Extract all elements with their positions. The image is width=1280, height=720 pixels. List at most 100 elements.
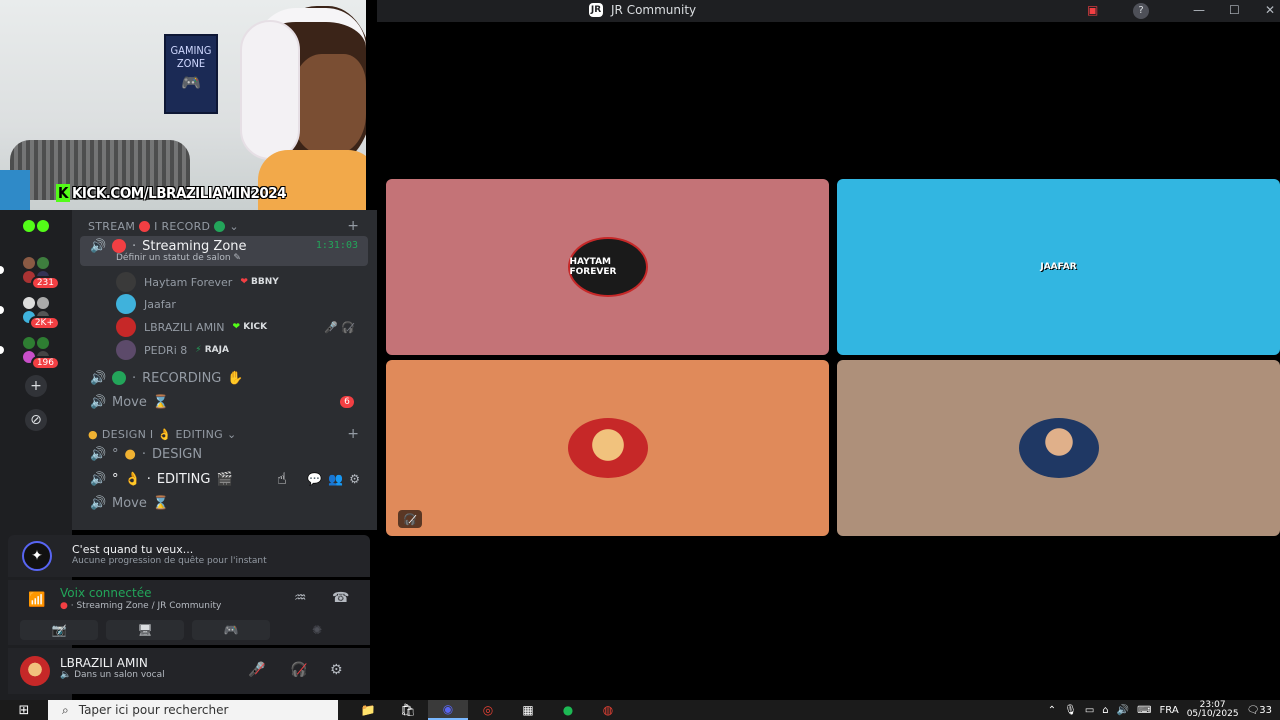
mention-badge: 231 [30, 276, 60, 290]
participant-tile[interactable]: JAAFAR [837, 179, 1280, 355]
help-icon[interactable]: ? [1133, 3, 1149, 19]
quest-panel[interactable]: ✦ C'est quand tu veux... Aucune progress… [8, 535, 370, 577]
noise-suppression-icon[interactable]: ♒ [294, 590, 307, 606]
speaker-icon: 🔊 [90, 394, 107, 410]
windows-start-icon[interactable]: ⊞ [0, 700, 48, 720]
chat-icon[interactable]: 💬 [307, 472, 322, 486]
voice-location[interactable]: ● · Streaming Zone / JR Community [60, 601, 221, 611]
app-icon[interactable]: ◍ [588, 700, 628, 720]
create-channel-button[interactable]: + [347, 426, 359, 442]
discord-icon[interactable]: ◉ [428, 700, 468, 720]
participant-tile[interactable] [837, 360, 1280, 536]
system-tray: ⌃ 🎙 ▭ ⌂ 🔊 ⌨ FRA 23:07 05/10/2025 🗨33 [1048, 700, 1280, 720]
hourglass-icon: ⌛ [152, 394, 170, 410]
minimize-button[interactable]: — [1193, 3, 1205, 17]
server-folder-3[interactable]: 196 [0, 337, 60, 370]
server-folder-2[interactable]: 2K+ [0, 297, 60, 330]
game-app-icon[interactable]: ▦ [508, 700, 548, 720]
quest-icon: ✦ [22, 541, 52, 571]
gear-icon[interactable]: ⚙ [349, 472, 360, 486]
ok-hand-icon: 👌 [124, 471, 141, 487]
participant-tile[interactable]: 🎧̸ [386, 360, 829, 536]
channel-move[interactable]: 🔊 Move ⌛ 6 [80, 390, 368, 414]
member-tag-text: RAJA [204, 345, 229, 355]
chevron-up-icon[interactable]: ⌃ [1048, 705, 1056, 716]
voice-status-title[interactable]: Voix connectée [60, 586, 151, 600]
mute-icon[interactable]: 🎤̸ [248, 662, 265, 678]
create-channel-button[interactable]: + [347, 218, 359, 234]
member-tag-text: BBNY [251, 277, 279, 287]
notification-icon[interactable]: 🗨33 [1247, 705, 1272, 716]
channel-name: Move [112, 394, 147, 410]
unread-indicator [0, 266, 4, 274]
clock[interactable]: 23:07 05/10/2025 [1187, 701, 1239, 719]
participant-avatar: JAAFAR [1040, 262, 1077, 272]
voice-member[interactable]: LBRAZILI AMIN ❤ KICK [116, 317, 267, 337]
inbox-icon[interactable]: ▣ [1087, 3, 1098, 17]
soundboard-button[interactable]: ✺ [278, 620, 356, 640]
webcam-background-box [0, 170, 30, 210]
unread-indicator [0, 346, 4, 354]
disconnect-icon[interactable]: ☎ [332, 590, 349, 606]
maximize-button[interactable]: ☐ [1229, 3, 1240, 17]
chrome-icon[interactable]: ◎ [468, 700, 508, 720]
taskbar-search[interactable]: ⌕ Taper ici pour rechercher [48, 700, 338, 720]
voice-timer: 1:31:03 [315, 240, 358, 251]
gamepad-icon: 🎮 [181, 73, 201, 92]
gear-icon[interactable]: ⚙ [330, 662, 343, 678]
channel-recording[interactable]: 🔊 · RECORDING ✋ [80, 366, 368, 390]
poster-line-2: ZONE [176, 57, 206, 70]
participant-tile[interactable]: HAYTAM FOREVER [386, 179, 829, 355]
battery-icon[interactable]: ▭ [1085, 705, 1094, 716]
soundboard-icon: ✺ [311, 623, 323, 637]
deafen-icon[interactable]: 🎧̸ [290, 662, 307, 678]
voice-member[interactable]: Jaafar [116, 294, 176, 314]
keyboard-icon[interactable]: ⌨ [1137, 705, 1151, 716]
channel-name: DESIGN [151, 446, 203, 462]
channel-name: Streaming Zone [142, 239, 247, 254]
activity-button[interactable]: 🎮 [192, 620, 270, 640]
channel-editing[interactable]: 🔊 ° 👌 · EDITING 🎬 💬 👥 ⚙ [80, 467, 368, 491]
channel-move[interactable]: 🔊 Move ⌛ [80, 491, 368, 515]
category-design[interactable]: ● DESIGN I 👌 EDITING ⌄ [88, 428, 236, 441]
microphone-icon[interactable]: 🎙 [1064, 705, 1077, 716]
screen-share-button[interactable]: 🖥 [106, 620, 184, 640]
voice-member[interactable]: Haytam Forever ❤ BBNY [116, 272, 279, 292]
brain-icon: ● [124, 446, 136, 462]
category-stream[interactable]: STREAM I RECORD ⌄ [88, 220, 239, 233]
channel-status-hint[interactable]: Définir un statut de salon ✎ [116, 253, 241, 263]
store-icon[interactable]: 🛍 [388, 700, 428, 720]
network-icon[interactable]: ⌂ [1102, 705, 1108, 716]
add-server-button[interactable]: + [14, 374, 58, 398]
server-icon [23, 257, 35, 269]
avatar[interactable] [20, 656, 50, 686]
member-name: Haytam Forever [144, 275, 233, 289]
voice-member[interactable]: PEDRi 8 ⚡ RAJA [116, 340, 229, 360]
server-icon [37, 337, 49, 349]
window-title-text: JR Community [611, 3, 697, 17]
server-icon [23, 337, 35, 349]
close-button[interactable]: ✕ [1265, 3, 1275, 17]
channel-streaming-zone[interactable]: 🔊 · Streaming Zone Définir un statut de … [80, 236, 368, 266]
speaker-icon: 🔊 [90, 239, 107, 254]
spotify-icon[interactable]: ● [548, 700, 588, 720]
language-indicator[interactable]: FRA [1160, 705, 1179, 716]
deafened-icon: 🎧̸ [398, 510, 422, 528]
green-circle-icon [214, 221, 226, 232]
voice-connected-panel: 📶 Voix connectée ● · Streaming Zone / JR… [8, 580, 370, 645]
server-icon [23, 220, 35, 232]
server-folder-1[interactable]: 231 [0, 257, 60, 290]
camera-off-button[interactable]: 📷̸ [20, 620, 98, 640]
category-label-2: EDITING [175, 428, 223, 441]
kick-url-text: KICK.COM/LBRAZILIAMIN2024 [71, 184, 287, 202]
server-folder-kick[interactable] [14, 214, 58, 238]
volume-icon[interactable]: 🔊 [1117, 705, 1129, 716]
channel-design[interactable]: 🔊 ° ● · DESIGN [80, 442, 368, 466]
server-icon [37, 220, 49, 232]
signal-icon[interactable]: 📶 [28, 592, 45, 608]
discover-button[interactable]: ⊘ [14, 408, 58, 432]
invite-icon[interactable]: 👥 [328, 472, 343, 486]
username[interactable]: LBRAZILI AMIN [60, 656, 148, 670]
headphones-earcup [240, 20, 300, 160]
file-explorer-icon[interactable]: 📁 [348, 700, 388, 720]
